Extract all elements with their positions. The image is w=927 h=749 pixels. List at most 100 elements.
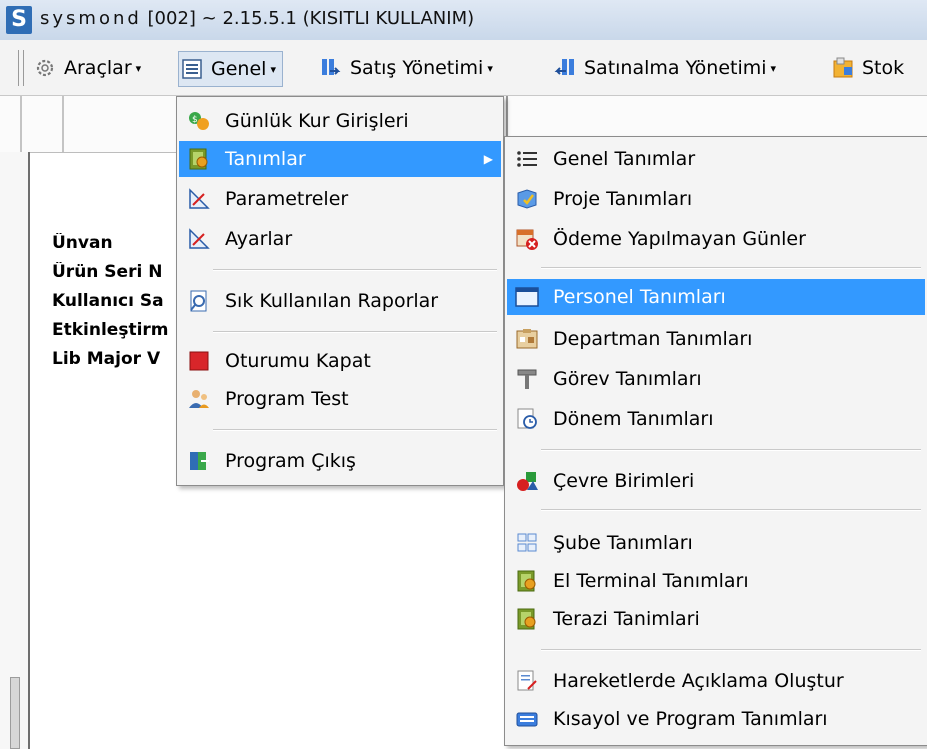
submenu-item-label: Departman Tanımları xyxy=(553,328,753,350)
submenu-item-label: Hareketlerde Açıklama Oluştur xyxy=(553,670,844,692)
submenu-item-cevre-birimleri[interactable]: Çevre Birimleri xyxy=(507,463,925,499)
shapes-icon xyxy=(513,467,541,495)
submenu-item-label: Dönem Tanımları xyxy=(553,408,714,430)
calendar-x-icon xyxy=(513,225,541,253)
submenu-item-label: Genel Tanımlar xyxy=(553,148,696,170)
toolbar-label: Satınalma Yönetimi xyxy=(584,57,767,79)
users-icon xyxy=(185,385,213,413)
chevron-down-icon: ▾ xyxy=(270,62,276,76)
window-title-brand: sysmond xyxy=(40,8,142,29)
purchase-icon xyxy=(552,55,578,81)
list-icon xyxy=(179,56,205,82)
stock-icon xyxy=(830,55,856,81)
submenu-item-sube-tanimlari[interactable]: Şube Tanımları xyxy=(507,525,925,561)
toolbar-grip[interactable] xyxy=(18,50,24,86)
title-bar: S sysmond [002] ~ 2.15.5.1 (KISITLI KULL… xyxy=(0,0,927,41)
menu-item-label: Sık Kullanılan Raporlar xyxy=(225,290,439,312)
window-title: sysmond [002] ~ 2.15.5.1 (KISITLI KULLAN… xyxy=(40,8,474,29)
submenu-item-label: Personel Tanımları xyxy=(553,286,726,308)
keyboard-icon xyxy=(513,705,541,733)
menu-item-gunluk-kur[interactable]: $ Günlük Kur Girişleri xyxy=(179,103,501,139)
submenu-item-terazi-tanimlari[interactable]: Terazi Tanimlari xyxy=(507,601,925,637)
toolbar-label: Stok xyxy=(862,57,905,79)
left-panel xyxy=(0,152,30,749)
note-icon xyxy=(513,667,541,695)
submenu-item-personel-tanimlari[interactable]: Personel Tanımları xyxy=(507,279,925,315)
report-icon xyxy=(185,287,213,315)
submenu-item-gorev-tanimlari[interactable]: Görev Tanımları xyxy=(507,361,925,397)
logout-icon xyxy=(185,347,213,375)
submenu-item-hareketlerde-aciklama[interactable]: Hareketlerde Açıklama Oluştur xyxy=(507,663,925,699)
department-icon xyxy=(513,325,541,353)
submenu-item-genel-tanimlar[interactable]: Genel Tanımlar xyxy=(507,141,925,177)
submenu-item-kisayol-program[interactable]: Kısayol ve Program Tanımları xyxy=(507,701,925,737)
period-icon xyxy=(513,405,541,433)
menu-item-label: Ayarlar xyxy=(225,228,293,250)
divider xyxy=(20,96,22,152)
toolbar-label: Satış Yönetimi xyxy=(350,57,484,79)
info-label-urun-seri: Ürün Seri N xyxy=(52,262,163,282)
submenu-item-label: Şube Tanımları xyxy=(553,532,693,554)
window-title-info: [002] ~ 2.15.5.1 (KISITLI KULLANIM) xyxy=(147,8,475,29)
definitions-icon xyxy=(513,567,541,595)
toolbar-satis-menu[interactable]: Satış Yönetimi ▾ xyxy=(318,51,493,85)
toolbar-aracilar-menu[interactable]: Araçlar ▾ xyxy=(32,51,141,85)
menu-separator xyxy=(541,449,921,451)
chevron-down-icon: ▾ xyxy=(487,61,493,75)
menu-item-label: Program Çıkış xyxy=(225,450,356,472)
info-label-unvan: Ünvan xyxy=(52,233,113,253)
submenu-item-label: El Terminal Tanımları xyxy=(553,570,749,592)
main-toolbar: Araçlar ▾ Genel ▾ Satış Yönetimi ▾ Satın… xyxy=(0,40,927,96)
sales-icon xyxy=(318,55,344,81)
genel-dropdown-menu: $ Günlük Kur Girişleri Tanımlar ▶ Parame… xyxy=(176,96,504,486)
toolbar-satinalma-menu[interactable]: Satınalma Yönetimi ▾ xyxy=(552,51,776,85)
submenu-item-label: Proje Tanımları xyxy=(553,188,693,210)
divider xyxy=(62,96,64,152)
app-logo: S xyxy=(6,6,32,34)
submenu-item-label: Görev Tanımları xyxy=(553,368,702,390)
list-bullets-icon xyxy=(513,145,541,173)
toolbar-label: Araçlar xyxy=(64,57,132,79)
ruler-icon xyxy=(185,225,213,253)
currency-icon: $ xyxy=(185,107,213,135)
menu-separator xyxy=(541,649,921,651)
toolbar-genel-menu[interactable]: Genel ▾ xyxy=(178,51,283,87)
menu-separator xyxy=(541,509,921,511)
menu-separator xyxy=(213,429,497,431)
info-label-kullanici: Kullanıcı Sa xyxy=(52,291,164,311)
submenu-item-odeme-yapilmayan[interactable]: Ödeme Yapılmayan Günler xyxy=(507,221,925,257)
svg-text:$: $ xyxy=(192,115,198,125)
chevron-down-icon: ▾ xyxy=(770,61,777,75)
submenu-item-label: Terazi Tanimlari xyxy=(553,608,700,630)
toolbar-stok-menu[interactable]: Stok xyxy=(830,51,904,85)
menu-item-program-cikis[interactable]: Program Çıkış xyxy=(179,443,501,479)
tanimlar-submenu: Genel Tanımlar Proje Tanımları Ödeme Yap… xyxy=(504,136,927,746)
submenu-item-label: Ödeme Yapılmayan Günler xyxy=(553,228,806,250)
info-label-lib-major: Lib Major V xyxy=(52,349,161,369)
menu-item-label: Parametreler xyxy=(225,188,349,210)
definitions-icon xyxy=(513,605,541,633)
menu-item-parametreler[interactable]: Parametreler xyxy=(179,181,501,217)
window-icon xyxy=(513,283,541,311)
menu-item-program-test[interactable]: Program Test xyxy=(179,381,501,417)
menu-separator xyxy=(213,331,497,333)
menu-item-tanimlar[interactable]: Tanımlar ▶ xyxy=(179,141,501,177)
menu-item-label: Tanımlar xyxy=(225,148,306,170)
submenu-arrow-icon: ▶ xyxy=(483,152,493,166)
project-icon xyxy=(513,185,541,213)
submenu-item-label: Kısayol ve Program Tanımları xyxy=(553,708,828,730)
toolbar-label: Genel xyxy=(211,58,267,80)
menu-separator xyxy=(213,269,497,271)
menu-item-ayarlar[interactable]: Ayarlar xyxy=(179,221,501,257)
submenu-item-el-terminal[interactable]: El Terminal Tanımları xyxy=(507,563,925,599)
scrollbar[interactable] xyxy=(10,677,20,749)
menu-item-label: Günlük Kur Girişleri xyxy=(225,110,409,132)
exit-icon xyxy=(185,447,213,475)
submenu-item-departman-tanimlari[interactable]: Departman Tanımları xyxy=(507,321,925,357)
submenu-item-proje-tanimlari[interactable]: Proje Tanımları xyxy=(507,181,925,217)
menu-item-sik-raporlar[interactable]: Sık Kullanılan Raporlar xyxy=(179,283,501,319)
branch-icon xyxy=(513,529,541,557)
definitions-icon xyxy=(185,145,213,173)
menu-item-oturumu-kapat[interactable]: Oturumu Kapat xyxy=(179,343,501,379)
submenu-item-donem-tanimlari[interactable]: Dönem Tanımları xyxy=(507,401,925,437)
